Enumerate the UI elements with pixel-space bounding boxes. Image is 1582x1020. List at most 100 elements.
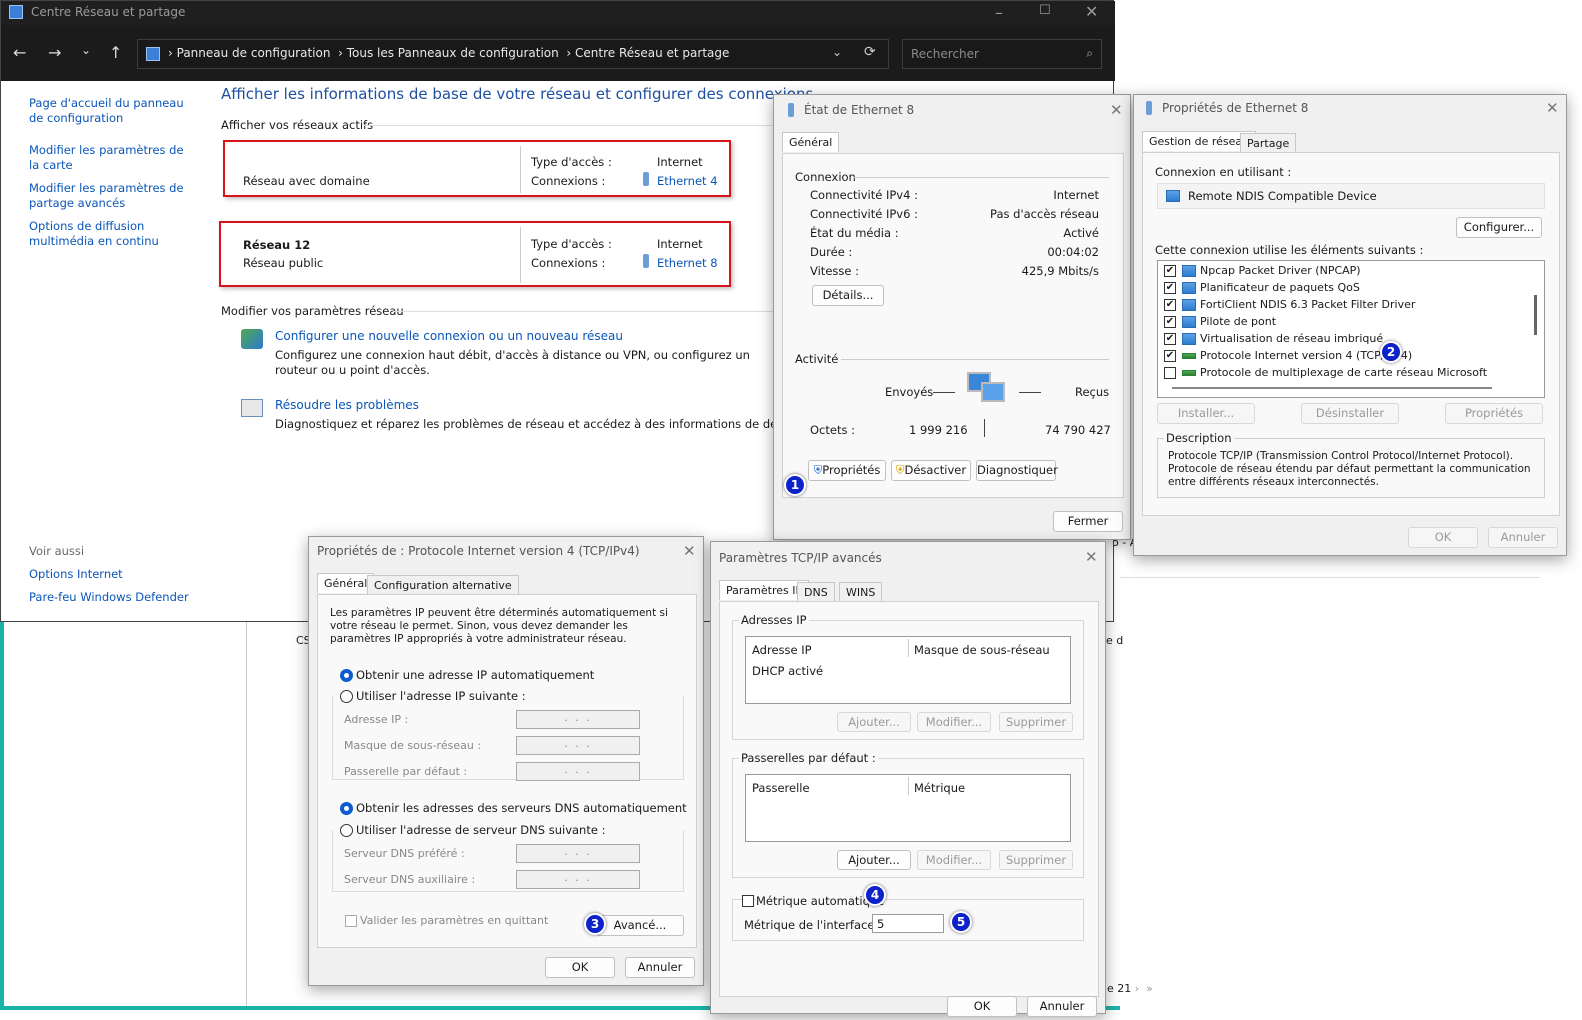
minimize-button[interactable]: –	[995, 3, 1003, 22]
uninstall-button[interactable]: Désinstaller	[1301, 403, 1399, 424]
configure-button[interactable]: Configurer...	[1456, 217, 1542, 238]
tab-dns[interactable]: DNS	[797, 582, 835, 602]
list-item[interactable]: ✔ Planificateur de paquets QoS	[1164, 281, 1360, 294]
item-checkbox[interactable]: ✔	[1164, 333, 1176, 345]
validate-checkbox[interactable]	[345, 915, 357, 927]
ip-address-field[interactable]: . . .	[516, 710, 640, 729]
see-also-internet-options[interactable]: Options Internet	[29, 567, 123, 581]
ip-label: Adresse IP :	[344, 713, 409, 726]
sidebar-link-sharing[interactable]: Modifier les paramètres de partage avanc…	[29, 181, 189, 211]
mask-column-header[interactable]: Masque de sous-réseau	[914, 643, 1050, 657]
close-dialog-button[interactable]: Fermer	[1053, 511, 1123, 532]
maximize-button[interactable]: ☐	[1039, 3, 1051, 18]
ok-button[interactable]: OK	[1408, 527, 1478, 548]
shield-icon: ⛨	[895, 463, 905, 477]
list-item[interactable]: ✔ Virtualisation de réseau imbriqué	[1164, 332, 1383, 345]
tab-networking[interactable]: Gestion de réseau	[1142, 131, 1257, 151]
gateway-column-header[interactable]: Passerelle	[752, 781, 810, 795]
item-checkbox[interactable]: ✔	[1164, 282, 1176, 294]
connection-group-label: Connexion	[795, 170, 856, 184]
breadcrumb-0[interactable]: Panneau de configuration	[177, 46, 331, 60]
search-input[interactable]: Rechercher ⌕	[902, 39, 1102, 69]
auto-dns-radio[interactable]	[340, 802, 353, 815]
ok-button[interactable]: OK	[545, 957, 615, 978]
up-arrow-icon[interactable]: ↑	[109, 43, 122, 62]
close-icon[interactable]: ✕	[683, 542, 696, 560]
list-item[interactable]: ✔ Npcap Packet Driver (NPCAP)	[1164, 264, 1361, 277]
tab-general[interactable]: Général	[317, 573, 375, 593]
auto-ip-radio[interactable]	[340, 669, 353, 682]
install-button[interactable]: Installer...	[1157, 403, 1255, 424]
item-checkbox[interactable]	[1164, 367, 1176, 379]
search-placeholder: Rechercher	[911, 47, 979, 61]
ok-button[interactable]: OK	[947, 996, 1017, 1017]
ip-add-button[interactable]: Ajouter...	[837, 712, 911, 732]
connection-link-ethernet-4[interactable]: Ethernet 4	[657, 174, 718, 188]
breadcrumb-2[interactable]: Centre Réseau et partage	[575, 46, 729, 60]
ip-address-list[interactable]: Adresse IP Masque de sous-réseau DHCP ac…	[745, 636, 1071, 704]
gateway-add-button[interactable]: Ajouter...	[837, 850, 911, 870]
refresh-icon[interactable]: ⟳	[864, 44, 876, 60]
task-troubleshoot[interactable]: Résoudre les problèmes	[275, 398, 419, 412]
connection-link-ethernet-8[interactable]: Ethernet 8	[657, 256, 718, 270]
connect-using-label: Connexion en utilisant :	[1155, 165, 1292, 179]
close-button[interactable]: ✕	[1085, 2, 1098, 21]
back-arrow-icon[interactable]: ←	[13, 43, 26, 62]
list-scrollbar[interactable]	[1534, 295, 1537, 335]
address-bar[interactable]: › Panneau de configuration › Tous les Pa…	[137, 39, 889, 69]
auto-metric-checkbox[interactable]	[742, 895, 754, 907]
metric-column-header[interactable]: Métrique	[914, 781, 965, 795]
tab-ip-settings[interactable]: Paramètres IP	[719, 580, 810, 600]
item-checkbox[interactable]: ✔	[1164, 350, 1176, 362]
disable-button[interactable]: ⛨Désactiver	[891, 460, 971, 481]
list-item[interactable]: ✔ Pilote de pont	[1164, 315, 1276, 328]
forward-arrow-icon[interactable]: →	[48, 43, 61, 62]
protocol-icon	[1182, 353, 1196, 359]
close-icon[interactable]: ✕	[1110, 101, 1123, 119]
advanced-button[interactable]: Avancé...	[596, 915, 684, 936]
item-properties-button[interactable]: Propriétés	[1445, 403, 1543, 424]
see-also-firewall[interactable]: Pare-feu Windows Defender	[29, 590, 189, 604]
item-label: Virtualisation de réseau imbriqué	[1200, 332, 1384, 345]
cancel-button[interactable]: Annuler	[1027, 996, 1097, 1017]
dns-alternate-field[interactable]: . . .	[516, 870, 640, 889]
ip-modify-button[interactable]: Modifier...	[917, 712, 991, 732]
list-item[interactable]: Protocole de multiplexage de carte résea…	[1164, 366, 1487, 379]
tab-alternate-config[interactable]: Configuration alternative	[367, 575, 519, 595]
components-list[interactable]: ✔ Npcap Packet Driver (NPCAP) ✔ Planificate…	[1157, 260, 1545, 398]
gateway-modify-button[interactable]: Modifier...	[917, 850, 991, 870]
list-item[interactable]: ✔ Protocole Internet version 4 (TCP/IPv4)	[1164, 349, 1412, 362]
ip-column-header[interactable]: Adresse IP	[752, 643, 812, 657]
close-icon[interactable]: ✕	[1546, 99, 1559, 117]
diagnose-button[interactable]: Diagnostiquer	[976, 460, 1058, 481]
address-dropdown-icon[interactable]: ⌄	[832, 45, 842, 59]
dhcp-enabled-row[interactable]: DHCP activé	[752, 664, 823, 678]
breadcrumb-1[interactable]: Tous les Panneaux de configuration	[347, 46, 559, 60]
subnet-mask-field[interactable]: . . .	[516, 736, 640, 755]
gateway-field[interactable]: . . .	[516, 762, 640, 781]
item-checkbox[interactable]: ✔	[1164, 265, 1176, 277]
details-button[interactable]: Détails...	[812, 285, 884, 306]
sidebar-link-home[interactable]: Page d'accueil du panneau de configurati…	[29, 96, 199, 126]
close-icon[interactable]: ✕	[1085, 548, 1098, 566]
ip-delete-button[interactable]: Supprimer	[999, 712, 1073, 732]
sidebar-link-streaming[interactable]: Options de diffusion multimédia en conti…	[29, 219, 179, 249]
list-item[interactable]: ✔ FortiClient NDIS 6.3 Packet Filter Driv…	[1164, 298, 1415, 311]
tab-wins[interactable]: WINS	[839, 582, 883, 602]
gateway-list[interactable]: Passerelle Métrique	[745, 774, 1071, 842]
list-hscrollbar[interactable]	[1172, 387, 1492, 389]
gateway-delete-button[interactable]: Supprimer	[999, 850, 1073, 870]
cancel-button[interactable]: Annuler	[1488, 527, 1558, 548]
dns-preferred-field[interactable]: . . .	[516, 844, 640, 863]
cancel-button[interactable]: Annuler	[625, 957, 695, 978]
task-new-connection[interactable]: Configurer une nouvelle connexion ou un …	[275, 329, 623, 343]
metric-input[interactable]: 5	[872, 914, 944, 933]
item-checkbox[interactable]: ✔	[1164, 299, 1176, 311]
recent-chevron-icon[interactable]: ⌄	[81, 43, 91, 57]
description-label: Description	[1164, 431, 1234, 445]
item-checkbox[interactable]: ✔	[1164, 316, 1176, 328]
properties-button[interactable]: ⛨Propriétés	[808, 460, 886, 481]
tab-general[interactable]: Général	[782, 132, 840, 152]
tab-sharing[interactable]: Partage	[1240, 133, 1297, 153]
sidebar-link-adapter[interactable]: Modifier les paramètres de la carte	[29, 143, 189, 173]
